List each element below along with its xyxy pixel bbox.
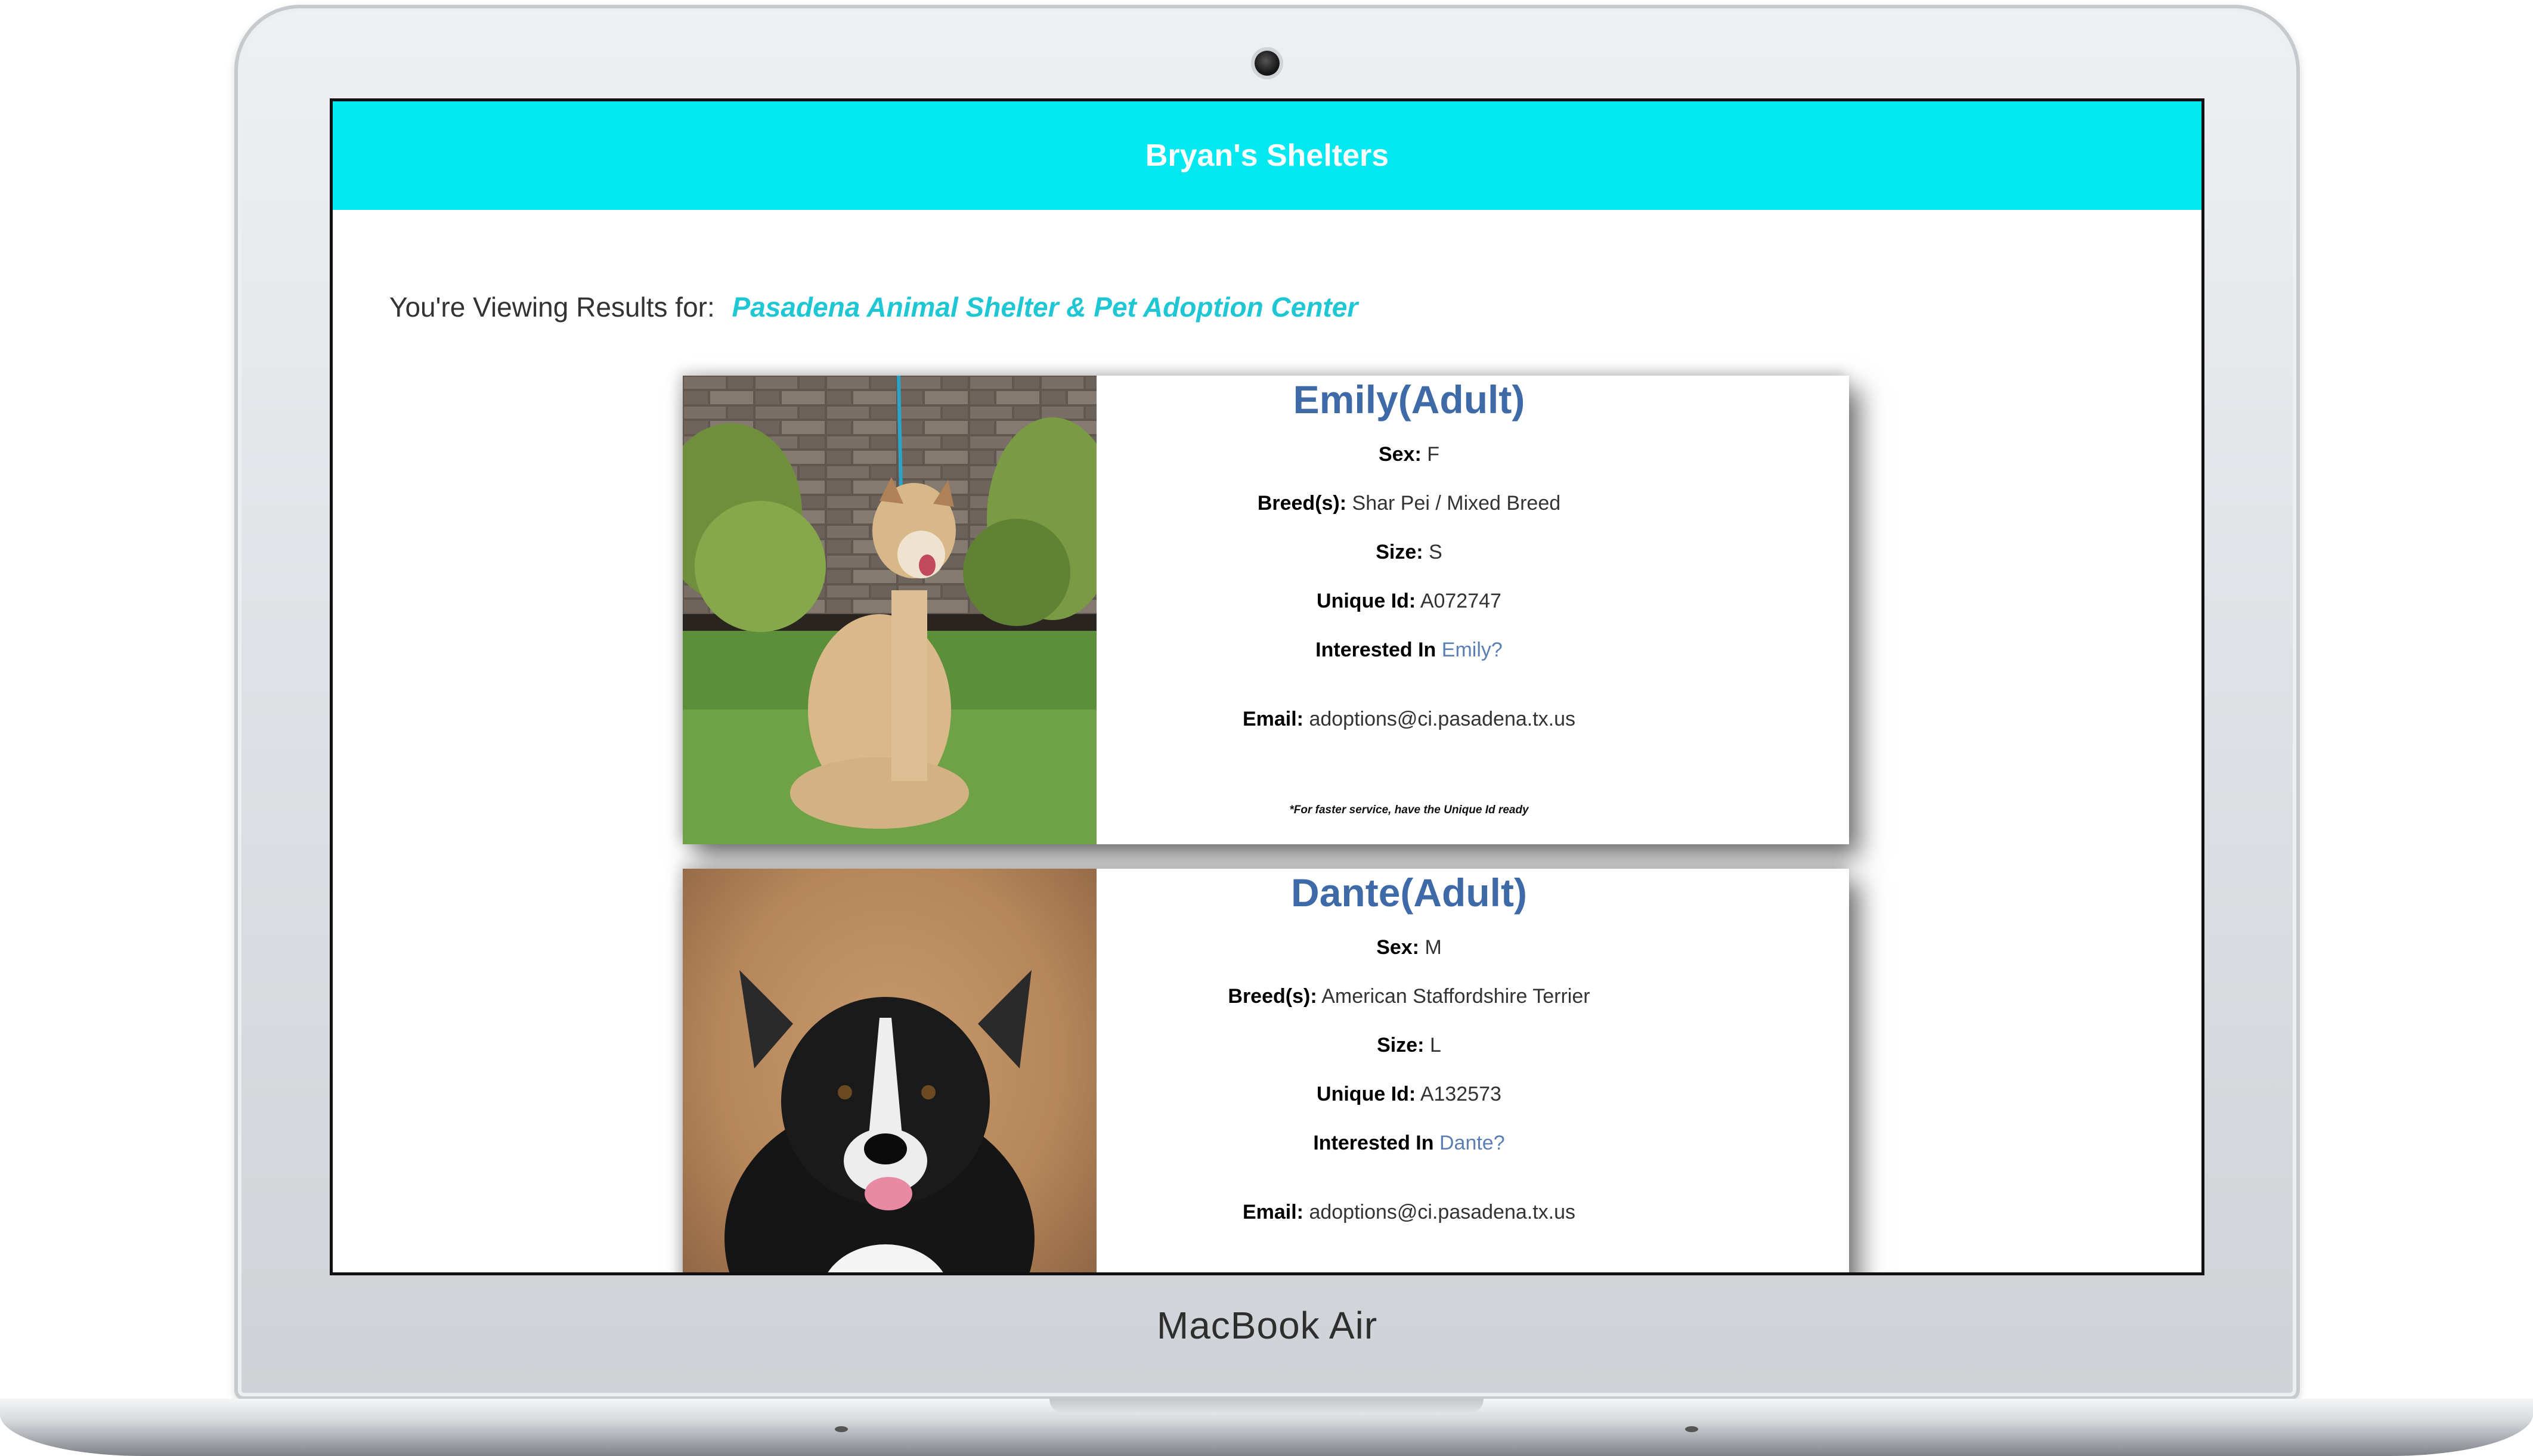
unique-id-value: A132573 bbox=[1420, 1083, 1501, 1105]
email-value[interactable]: adoptions@ci.pasadena.tx.us bbox=[1309, 1201, 1575, 1223]
pet-photo bbox=[683, 869, 1097, 1272]
pet-email: Email: adoptions@ci.pasadena.tx.us bbox=[1097, 706, 1721, 732]
pet-unique-id: Unique Id: A072747 bbox=[1097, 588, 1721, 614]
breed-label: Breed(s): bbox=[1228, 985, 1317, 1008]
pet-name: Emily(Adult) bbox=[1293, 377, 1525, 422]
pet-info: Emily(Adult) Sex: F Breed(s): Shar Pei /… bbox=[1097, 376, 1849, 844]
pet-photo bbox=[683, 376, 1097, 844]
pet-interested: Interested In Dante? bbox=[1097, 1130, 1721, 1156]
pet-interested: Interested In Emily? bbox=[1097, 637, 1721, 663]
lid-opening-notch bbox=[1049, 1399, 1484, 1414]
pet-info: Dante(Adult) Sex: M Breed(s): American S… bbox=[1097, 869, 1849, 1272]
rubber-foot bbox=[1685, 1426, 1698, 1432]
breed-label: Breed(s): bbox=[1257, 492, 1347, 515]
sex-value: M bbox=[1425, 936, 1442, 959]
laptop-screen: Bryan's Shelters You're Viewing Results … bbox=[333, 101, 2201, 1272]
pet-size: Size: L bbox=[1097, 1032, 1721, 1058]
size-value: S bbox=[1429, 541, 1442, 563]
dog-photo-dante bbox=[683, 869, 1097, 1272]
sex-label: Sex: bbox=[1376, 936, 1420, 959]
interested-link[interactable]: Dante? bbox=[1439, 1132, 1505, 1154]
camera-icon bbox=[1255, 51, 1280, 76]
rubber-foot bbox=[835, 1426, 848, 1432]
service-note: *For faster service, have the Unique Id … bbox=[1289, 804, 1529, 816]
pet-sex: Sex: F bbox=[1097, 441, 1721, 467]
interested-link[interactable]: Emily? bbox=[1442, 639, 1503, 661]
pet-breed: Breed(s): American Staffordshire Terrier bbox=[1097, 983, 1721, 1009]
interested-label: Interested In bbox=[1313, 1132, 1434, 1154]
size-label: Size: bbox=[1377, 1034, 1425, 1057]
dog-photo-emily bbox=[683, 376, 1097, 844]
pet-breed: Breed(s): Shar Pei / Mixed Breed bbox=[1097, 490, 1721, 516]
pet-unique-id: Unique Id: A132573 bbox=[1097, 1081, 1721, 1107]
interested-label: Interested In bbox=[1315, 639, 1436, 661]
macbook-air-label: MacBook Air bbox=[1156, 1304, 1378, 1347]
email-label: Email: bbox=[1242, 708, 1303, 730]
unique-id-label: Unique Id: bbox=[1317, 1083, 1416, 1105]
results-line: You're Viewing Results for: Pasadena Ani… bbox=[389, 291, 1358, 323]
unique-id-value: A072747 bbox=[1420, 590, 1501, 612]
pet-size: Size: S bbox=[1097, 539, 1721, 565]
pet-name: Dante(Adult) bbox=[1291, 870, 1527, 915]
pet-card: Dante(Adult) Sex: M Breed(s): American S… bbox=[683, 869, 1849, 1272]
pet-card: Emily(Adult) Sex: F Breed(s): Shar Pei /… bbox=[683, 376, 1849, 844]
email-label: Email: bbox=[1242, 1201, 1303, 1223]
sex-label: Sex: bbox=[1378, 443, 1422, 466]
sex-value: F bbox=[1427, 443, 1440, 466]
pet-email: Email: adoptions@ci.pasadena.tx.us bbox=[1097, 1199, 1721, 1225]
unique-id-label: Unique Id: bbox=[1317, 590, 1416, 612]
email-value[interactable]: adoptions@ci.pasadena.tx.us bbox=[1309, 708, 1575, 730]
site-header: Bryan's Shelters bbox=[333, 101, 2201, 210]
pet-sex: Sex: M bbox=[1097, 934, 1721, 961]
size-label: Size: bbox=[1376, 541, 1423, 563]
shelter-name: Pasadena Animal Shelter & Pet Adoption C… bbox=[732, 292, 1358, 323]
breed-value: American Staffordshire Terrier bbox=[1321, 985, 1590, 1008]
size-value: L bbox=[1429, 1034, 1441, 1057]
breed-value: Shar Pei / Mixed Breed bbox=[1352, 492, 1561, 515]
site-title: Bryan's Shelters bbox=[1145, 138, 1389, 173]
results-prefix: You're Viewing Results for: bbox=[389, 292, 715, 323]
